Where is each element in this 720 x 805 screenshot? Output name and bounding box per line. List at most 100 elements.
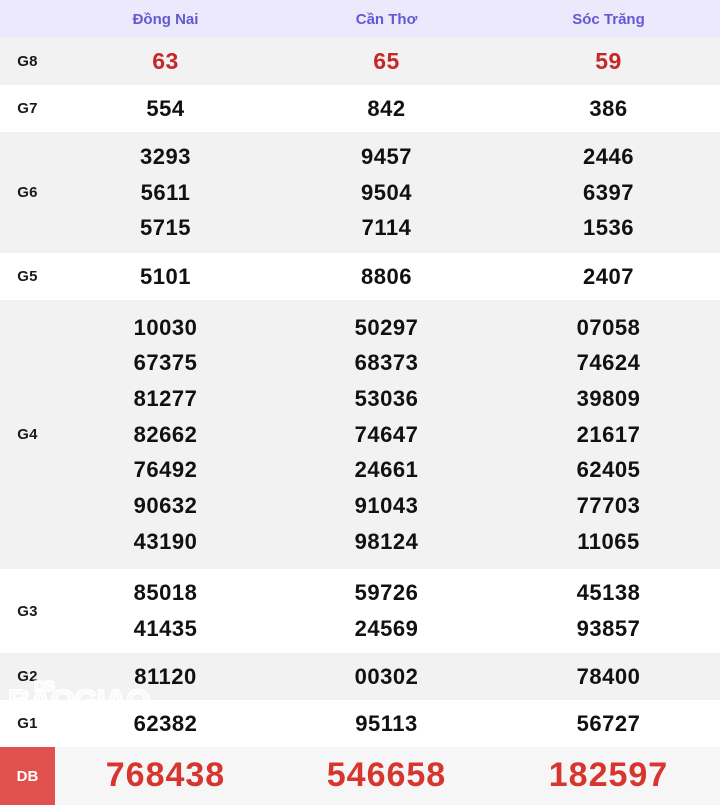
prize-number: 74624	[576, 350, 641, 376]
prize-number: 56727	[576, 710, 641, 736]
header-cell-province-3: Sóc Trăng	[497, 0, 720, 38]
prize-cell: 2407	[497, 253, 720, 300]
group-label-g3: G3	[17, 602, 38, 620]
prize-number: 45138	[576, 580, 641, 606]
prize-number: 81120	[134, 663, 197, 689]
prize-cell: 9457 9504 7114	[276, 132, 497, 253]
prize-cell: 63	[55, 38, 276, 85]
prize-cell: 81120	[55, 653, 276, 700]
prize-cell: 8806	[276, 253, 497, 300]
prize-number: 5715	[140, 215, 191, 241]
prize-cell: 07058 74624 39809 21617 62405 77703 11065	[497, 300, 720, 569]
prize-cell: 00302	[276, 653, 497, 700]
prize-number: 842	[367, 95, 406, 121]
prize-number: 67375	[133, 350, 198, 376]
header-cell-province-2: Cần Thơ	[276, 0, 497, 38]
table-header: Đồng Nai Cần Thơ Sóc Trăng	[0, 0, 720, 38]
prize-number: 2446	[583, 144, 634, 170]
table-row: G5 5101 8806 2407	[0, 253, 720, 300]
prize-cell: 768438	[55, 747, 276, 805]
prize-number: 5101	[140, 263, 191, 289]
prize-cell: 10030 67375 81277 82662 76492 90632 43190	[55, 300, 276, 569]
prize-cell: 3293 5611 5715	[55, 132, 276, 253]
prize-number: 11065	[577, 528, 640, 554]
prize-number: 65	[373, 47, 400, 74]
prize-number: 62382	[133, 710, 198, 736]
group-label-g8: G8	[17, 53, 38, 70]
table-row: G4 10030 67375 81277 82662 76492 90632 43190 502…	[0, 300, 720, 569]
header-cell-blank	[0, 0, 55, 38]
prize-number: 59	[595, 47, 622, 74]
prize-cell: 95113	[276, 700, 497, 747]
prize-number: 2407	[583, 263, 634, 289]
prize-number: 91043	[354, 492, 419, 518]
table-row: G7 554 842 386	[0, 85, 720, 132]
group-label-g7: G7	[17, 100, 38, 117]
prize-number: 21617	[576, 421, 641, 447]
prize-number: 82662	[133, 421, 198, 447]
prize-cell: 554	[55, 85, 276, 132]
table-row: G1 62382 95113 56727	[0, 700, 720, 747]
prize-number: 63	[152, 47, 179, 74]
group-label-g4: G4	[17, 426, 38, 443]
group-label-g6: G6	[17, 184, 38, 201]
lottery-results-table: Đồng Nai Cần Thơ Sóc Trăng G8 63 65 59 G7 554…	[0, 0, 720, 805]
group-label-g1: G1	[17, 715, 38, 732]
prize-number: 8806	[361, 263, 412, 289]
prize-cell: 56727	[497, 700, 720, 747]
table-row: DB 768438 546658 182597	[0, 747, 720, 805]
prize-number: 78400	[576, 663, 641, 689]
prize-number: 6397	[583, 179, 634, 205]
group-label-g2: G2	[17, 668, 38, 685]
prize-cell: 842	[276, 85, 497, 132]
prize-cell: 2446 6397 1536	[497, 132, 720, 253]
prize-number: 62405	[576, 457, 641, 483]
prize-number: 768438	[105, 756, 226, 795]
table-body: G8 63 65 59 G7 554 842 386 G6 3293 5611 5715 9457 950…	[0, 38, 720, 805]
prize-cell: 85018 41435	[55, 569, 276, 653]
prize-number: 24661	[354, 457, 419, 483]
prize-number: 98124	[354, 528, 419, 554]
prize-number: 76492	[133, 457, 198, 483]
prize-number: 9504	[361, 179, 412, 205]
table-row: G8 63 65 59	[0, 38, 720, 85]
prize-cell: 50297 68373 53036 74647 24661 91043 98124	[276, 300, 497, 569]
prize-cell: 5101	[55, 253, 276, 300]
prize-cell: 45138 93857	[497, 569, 720, 653]
prize-cell: 546658	[276, 747, 497, 805]
header-row: Đồng Nai Cần Thơ Sóc Trăng	[0, 0, 720, 38]
prize-cell: 78400	[497, 653, 720, 700]
prize-number: 43190	[133, 528, 198, 554]
prize-cell: 386	[497, 85, 720, 132]
prize-number: 95113	[355, 710, 418, 736]
prize-cell: 62382	[55, 700, 276, 747]
prize-number: 24569	[354, 616, 419, 641]
prize-number: 386	[589, 95, 628, 121]
prize-number: 1536	[583, 215, 634, 241]
prize-number: 5611	[140, 179, 191, 205]
prize-number: 7114	[361, 215, 412, 241]
prize-number: 77703	[576, 492, 641, 518]
prize-number: 74647	[354, 421, 419, 447]
prize-number: 59726	[354, 580, 419, 606]
prize-number: 39809	[576, 386, 641, 412]
prize-cell: 59726 24569	[276, 569, 497, 653]
table-row: G6 3293 5611 5715 9457 9504 7114 2446 6397 1536	[0, 132, 720, 253]
prize-cell: 65	[276, 38, 497, 85]
prize-cell: 59	[497, 38, 720, 85]
prize-number: 90632	[133, 492, 198, 518]
prize-number: 85018	[133, 580, 198, 606]
table-row: G3 85018 41435 59726 24569 45138 93857	[0, 569, 720, 653]
group-label-db: DB	[0, 747, 55, 805]
prize-number: 41435	[133, 616, 198, 641]
prize-number: 81277	[133, 386, 198, 412]
prize-number: 3293	[140, 144, 191, 170]
prize-number: 182597	[548, 756, 669, 795]
prize-number: 07058	[576, 314, 641, 340]
prize-number: 93857	[576, 616, 641, 641]
prize-number: 9457	[361, 144, 412, 170]
prize-cell: 182597	[497, 747, 720, 805]
header-cell-province-1: Đồng Nai	[55, 0, 276, 38]
prize-number: 53036	[354, 386, 419, 412]
prize-number: 50297	[354, 314, 419, 340]
